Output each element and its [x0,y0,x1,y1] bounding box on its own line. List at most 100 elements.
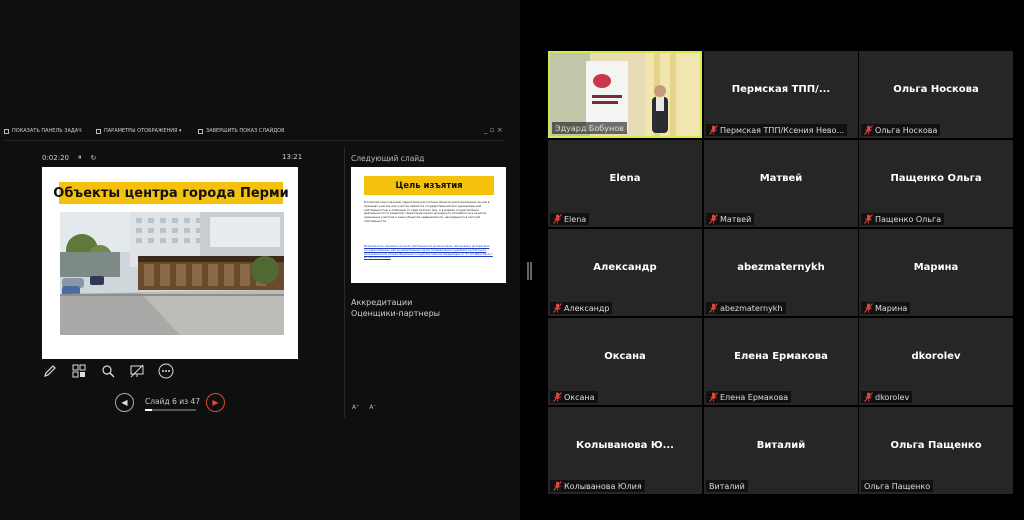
participant-label: Матвей [706,213,755,225]
show-taskbar-button[interactable]: ПОКАЗАТЬ ПАНЕЛЬ ЗАДАЧ [4,128,82,134]
participant-label: Ольга Носкова [861,124,941,136]
slide-counter: Слайд 6 из 47 [145,397,201,406]
participant-tile[interactable]: Пермская ТПП/... Пермская ТПП/Ксения Нево… [704,51,858,138]
next-slide-link: Возможность изъятия частной собственност… [364,245,493,260]
participant-label-text: abezmaternykh [720,303,783,313]
participant-label-text: Елена Ермакова [720,392,789,402]
participant-name: Александр [593,262,657,273]
participant-tile[interactable]: Виталий Виталий [704,407,858,494]
pen-icon[interactable] [42,363,58,379]
mic-muted-icon [864,125,873,135]
splitter-handle[interactable] [530,262,532,280]
participant-label: Виталий [706,480,748,492]
all-slides-icon[interactable] [71,363,87,379]
pause-icon[interactable]: ⏸ [78,153,82,162]
participant-tile[interactable]: dkorolev dkorolev [859,318,1013,405]
notes-line: Аккредитации [351,298,413,307]
mic-muted-icon [864,214,873,224]
participant-name: Виталий [756,440,806,451]
participant-label-text: Виталий [709,481,745,491]
mic-muted-icon [709,392,718,402]
participant-name: Пермская ТПП/... [731,84,831,95]
participant-label-text: Марина [875,303,908,313]
increase-font-button[interactable]: A⁺ [352,404,359,411]
end-show-button[interactable]: ЗАВЕРШИТЬ ПОКАЗ СЛАЙДОВ [198,128,285,134]
display-settings-label: ПАРАМЕТРЫ ОТОБРАЖЕНИЯ ▾ [104,128,182,134]
participant-tile[interactable]: Елена Ермакова Елена Ермакова [704,318,858,405]
participant-label: Оксана [550,391,598,403]
participant-tile[interactable]: Александр Александр [548,229,702,316]
mic-muted-icon [864,303,873,313]
participant-label: Ольга Пащенко [861,480,934,492]
mic-muted-icon [553,392,562,402]
display-icon [96,128,101,134]
toolbar-divider [5,140,505,141]
participant-label-text: Ольга Носкова [875,125,938,135]
participant-tile[interactable]: Оксана Оксана [548,318,702,405]
participant-label: Александр [550,302,613,314]
next-slide-label: Следующий слайд [351,154,425,163]
display-settings-button[interactable]: ПАРАМЕТРЫ ОТОБРАЖЕНИЯ ▾ [96,128,182,134]
timer-value: 0:02:20 [42,153,69,162]
participant-name: Матвей [759,173,803,184]
decrease-font-button[interactable]: A⁻ [369,404,376,411]
end-show-label: ЗАВЕРШИТЬ ПОКАЗ СЛАЙДОВ [206,128,285,134]
previous-slide-button[interactable]: ◀ [115,393,134,412]
slide-title: Объекты центра города Перми [53,182,289,204]
show-taskbar-label: ПОКАЗАТЬ ПАНЕЛЬ ЗАДАЧ [12,128,82,134]
next-slide-body: В комплексном освоении территории рассчи… [364,201,490,223]
mic-muted-icon [709,125,718,135]
next-slide-preview[interactable]: Цель изъятия В комплексном освоении терр… [351,167,506,283]
participant-label-text: Колыванова Юлия [564,481,642,491]
participant-label: Елена Ермакова [706,391,792,403]
mic-muted-icon [709,303,718,313]
participant-label-text: Оксана [564,392,595,402]
participant-tile[interactable]: abezmaternykh abezmaternykh [704,229,858,316]
slide-progress-fill [145,409,152,411]
more-options-icon[interactable] [158,363,174,379]
participant-tile[interactable]: Elena Elena [548,140,702,227]
participant-name: abezmaternykh [737,262,825,273]
next-slide-title: Цель изъятия [364,176,494,195]
participant-label: Пермская ТПП/Ксения Нево... [706,124,848,136]
participant-label: Марина [861,302,911,314]
mic-muted-icon [553,214,562,224]
mic-muted-icon [709,214,718,224]
next-slide-button[interactable]: ▶ [206,393,225,412]
zoom-icon[interactable] [100,363,116,379]
participant-label-text: Пащенко Ольга [875,214,942,224]
participant-tile[interactable]: Пащенко Ольга Пащенко Ольга [859,140,1013,227]
participant-tile[interactable]: Эдуард Бобунов [548,51,702,138]
street-photo [60,212,284,335]
participant-name: Пащенко Ольга [890,173,982,184]
clock: 13:21 [282,153,303,161]
presenter-view: ПОКАЗАТЬ ПАНЕЛЬ ЗАДАЧ ПАРАМЕТРЫ ОТОБРАЖЕ… [0,0,520,520]
participant-label: Колыванова Юлия [550,480,645,492]
slideshow-timer: 0:02:20 ⏸ ↻ [42,153,96,162]
participant-tile[interactable]: Ольга Носкова Ольга Носкова [859,51,1013,138]
participant-tile[interactable]: Колыванова Ю... Колыванова Юлия [548,407,702,494]
black-screen-icon[interactable] [129,363,145,379]
mic-muted-icon [553,481,562,491]
participant-tile[interactable]: Матвей Матвей [704,140,858,227]
participant-label-text: Elena [564,214,587,224]
restart-icon[interactable]: ↻ [91,154,97,162]
participant-tile[interactable]: Марина Марина [859,229,1013,316]
participant-name: dkorolev [911,351,961,362]
participant-label-text: Ольга Пащенко [864,481,931,491]
participant-name: Оксана [604,351,646,362]
window-controls[interactable]: _ ▫ × [484,126,503,134]
participant-name: Елена Ермакова [734,351,828,362]
participant-label: abezmaternykh [706,302,786,314]
participant-label: Пащенко Ольга [861,213,945,225]
participant-label-text: Александр [564,303,610,313]
mic-muted-icon [864,392,873,402]
participant-tile[interactable]: Ольга Пащенко Ольга Пащенко [859,407,1013,494]
participant-label-text: dkorolev [875,392,910,402]
pane-divider [344,148,345,418]
taskbar-icon [4,128,9,134]
splitter-handle[interactable] [527,262,529,280]
participant-name: Ольга Пащенко [890,440,982,451]
participant-label-text: Эдуард Бобунов [555,123,624,133]
participant-name: Марина [913,262,959,273]
